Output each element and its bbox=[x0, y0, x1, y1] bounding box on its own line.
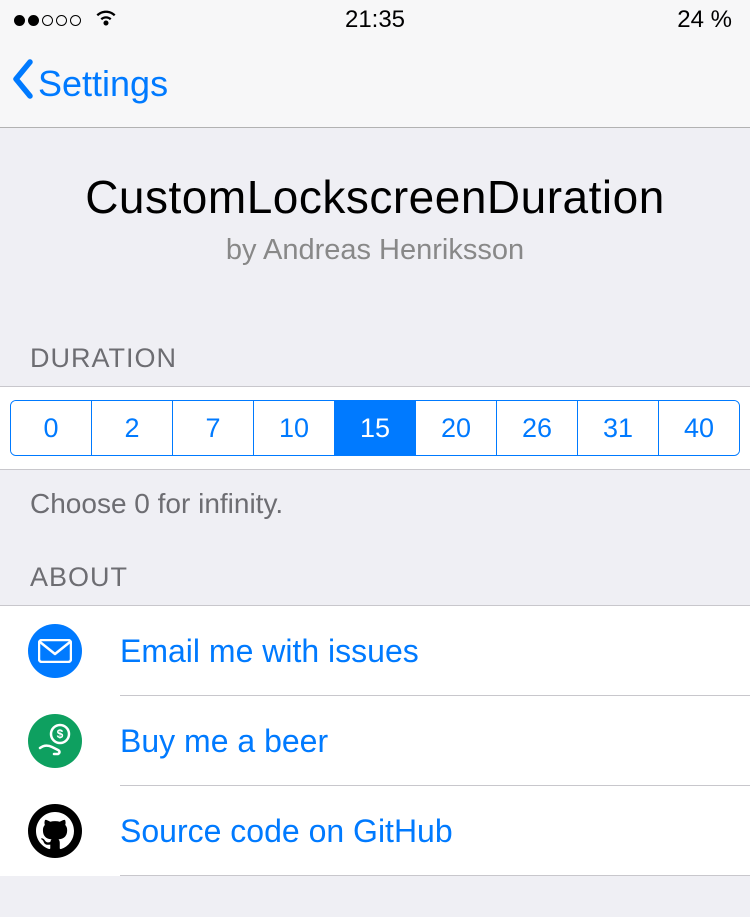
duration-footer: Choose 0 for infinity. bbox=[0, 470, 750, 530]
duration-option[interactable]: 31 bbox=[578, 401, 659, 455]
github-icon bbox=[28, 804, 82, 858]
signal-icon bbox=[14, 15, 81, 26]
back-label: Settings bbox=[38, 63, 168, 105]
about-item[interactable]: $ Buy me a beer bbox=[0, 696, 750, 786]
duration-option[interactable]: 15 bbox=[335, 401, 416, 455]
about-item-label: Buy me a beer bbox=[120, 723, 328, 760]
about-item[interactable]: Source code on GitHub bbox=[0, 786, 750, 876]
tweak-author: by Andreas Henriksson bbox=[20, 234, 730, 267]
svg-text:$: $ bbox=[57, 727, 64, 741]
duration-segment-container: 027101520263140 bbox=[0, 386, 750, 470]
about-item-label: Source code on GitHub bbox=[120, 813, 453, 850]
duration-option[interactable]: 40 bbox=[659, 401, 739, 455]
section-header-duration: DURATION bbox=[0, 287, 750, 386]
status-bar: 21:35 24 % bbox=[0, 0, 750, 40]
tweak-title: CustomLockscreenDuration bbox=[20, 170, 730, 224]
donate-icon: $ bbox=[28, 714, 82, 768]
nav-bar: Settings bbox=[0, 40, 750, 128]
chevron-left-icon bbox=[10, 58, 36, 109]
about-item[interactable]: Email me with issues bbox=[0, 606, 750, 696]
about-item-label: Email me with issues bbox=[120, 633, 419, 670]
duration-option[interactable]: 7 bbox=[173, 401, 254, 455]
battery-level: 24 % bbox=[677, 6, 732, 34]
tweak-header: CustomLockscreenDuration by Andreas Henr… bbox=[0, 128, 750, 287]
duration-option[interactable]: 26 bbox=[497, 401, 578, 455]
duration-option[interactable]: 20 bbox=[416, 401, 497, 455]
wifi-icon bbox=[93, 6, 119, 34]
section-header-about: ABOUT bbox=[0, 530, 750, 605]
separator bbox=[120, 875, 750, 876]
duration-option[interactable]: 0 bbox=[11, 401, 92, 455]
duration-option[interactable]: 10 bbox=[254, 401, 335, 455]
status-left bbox=[14, 6, 119, 34]
mail-icon bbox=[28, 624, 82, 678]
status-time: 21:35 bbox=[345, 6, 405, 34]
duration-segment[interactable]: 027101520263140 bbox=[10, 400, 740, 456]
duration-option[interactable]: 2 bbox=[92, 401, 173, 455]
about-list: Email me with issues $ Buy me a beer Source… bbox=[0, 605, 750, 876]
back-button[interactable]: Settings bbox=[10, 58, 168, 109]
